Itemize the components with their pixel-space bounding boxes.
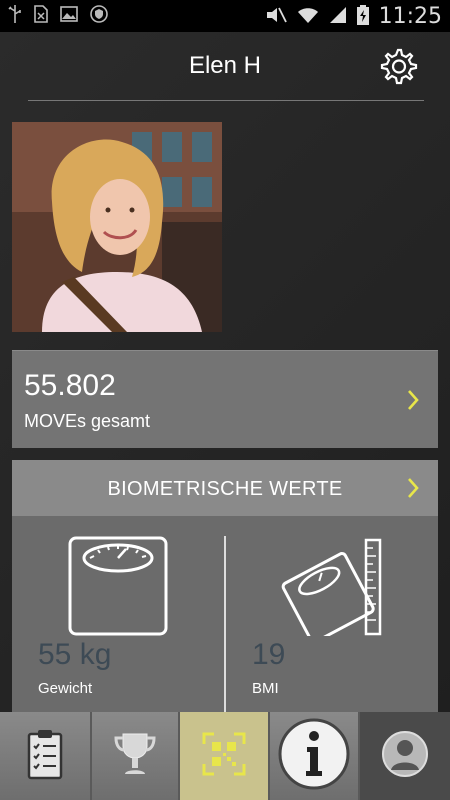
clock: 11:25 <box>378 3 442 29</box>
mute-icon <box>265 6 287 27</box>
nav-trophy[interactable] <box>92 712 180 800</box>
sim-icon <box>34 5 48 27</box>
avatar[interactable] <box>12 122 222 332</box>
nav-checklist[interactable] <box>0 712 92 800</box>
moves-total-card[interactable]: 55.802 MOVEs gesamt <box>12 350 438 448</box>
gear-icon[interactable] <box>378 46 418 86</box>
biometrics-title: BIOMETRISCHE WERTE <box>107 478 343 500</box>
usb-icon <box>8 5 22 27</box>
nav-qr-scan[interactable] <box>180 712 270 800</box>
trophy-icon <box>111 730 159 783</box>
nav-info[interactable] <box>270 712 360 800</box>
weight-value: 55 kg <box>38 638 112 671</box>
biometrics-panel: 55 kg Gewicht 19 BMI <box>12 516 438 712</box>
header: Elen H <box>0 32 450 102</box>
qr-code-icon <box>202 732 246 781</box>
biometrics-header[interactable]: BIOMETRISCHE WERTE <box>12 460 438 516</box>
wifi-icon <box>297 6 319 27</box>
signal-icon <box>329 6 347 27</box>
profile-icon <box>381 730 429 783</box>
bmi-scale-icon <box>278 536 388 644</box>
chevron-right-icon <box>406 389 420 411</box>
chevron-right-icon <box>406 477 420 499</box>
bmi-value: 19 <box>252 638 286 671</box>
scale-icon <box>68 536 168 636</box>
battery-icon <box>356 4 369 28</box>
header-divider <box>28 100 424 101</box>
bottom-navigation <box>0 712 450 800</box>
weight-label: Gewicht <box>38 680 93 697</box>
status-bar: 11:25 <box>0 0 450 32</box>
bmi-label: BMI <box>252 680 279 697</box>
info-icon <box>276 716 352 797</box>
moves-label: MOVEs gesamt <box>24 411 151 431</box>
shield-icon <box>90 5 108 27</box>
checklist-icon <box>25 728 65 785</box>
image-icon <box>60 6 78 26</box>
nav-profile[interactable] <box>360 712 450 800</box>
moves-value: 55.802 <box>24 369 116 402</box>
profile-screen: Elen H 55.802 MOVEs gesamt BIOMETRISCHE … <box>0 32 450 712</box>
biometrics-divider <box>224 536 226 712</box>
